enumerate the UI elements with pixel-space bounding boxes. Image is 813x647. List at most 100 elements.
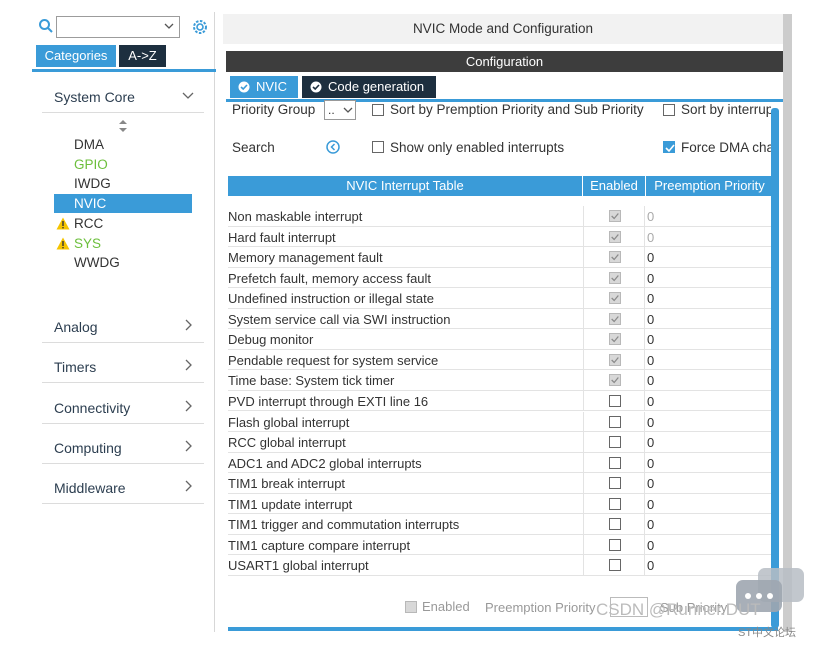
preemption-priority-value[interactable]: 0 (647, 538, 654, 553)
outer-scrollbar[interactable] (783, 14, 792, 632)
priority-group-value: .. (328, 103, 335, 117)
priority-group-select[interactable]: .. (324, 100, 356, 120)
check-icon (665, 144, 675, 153)
enabled-checkbox[interactable] (609, 312, 621, 325)
enabled-checkbox[interactable] (609, 518, 621, 531)
sidebar-item-rcc[interactable]: RCC (54, 214, 192, 233)
search-icon[interactable] (38, 18, 54, 34)
table-row[interactable]: Memory management fault 0 (228, 247, 773, 268)
enabled-checkbox[interactable] (609, 271, 621, 284)
col-header-enabled[interactable]: Enabled (583, 176, 646, 196)
table-scrollbar[interactable] (771, 108, 779, 628)
col-header-preemption[interactable]: Preemption Priority (646, 176, 773, 196)
enabled-checkbox[interactable] (609, 538, 621, 551)
enabled-checkbox[interactable] (609, 333, 621, 346)
sidebar-item-iwdg[interactable]: IWDG (54, 174, 192, 193)
search-input[interactable] (56, 16, 180, 38)
preemption-priority-value[interactable]: 0 (647, 415, 654, 430)
enabled-checkbox[interactable] (609, 353, 621, 366)
sidebar-item-dma[interactable]: DMA (54, 135, 192, 154)
enabled-checkbox[interactable] (609, 394, 621, 407)
preemption-priority-value[interactable]: 0 (647, 476, 654, 491)
table-row[interactable]: Time base: System tick timer 0 (228, 370, 773, 391)
enabled-checkbox[interactable] (609, 374, 621, 387)
enabled-checkbox[interactable] (609, 477, 621, 490)
interrupt-name: Debug monitor (228, 332, 314, 348)
category-timers[interactable]: Timers (42, 348, 204, 384)
sidebar-item-wwdg[interactable]: WWDG (54, 253, 192, 272)
interrupt-name: Pendable request for system service (228, 352, 439, 368)
preemption-priority-value[interactable]: 0 (647, 209, 654, 224)
enabled-checkbox[interactable] (609, 210, 621, 222)
preemption-priority-value[interactable]: 0 (647, 271, 654, 286)
table-row[interactable]: USART1 global interrupt 0 (228, 555, 773, 576)
table-row[interactable]: PVD interrupt through EXTI line 16 0 (228, 390, 773, 412)
preemption-priority-value[interactable]: 0 (647, 497, 654, 512)
sort-interrupt-checkbox[interactable] (663, 104, 675, 116)
table-row[interactable]: Prefetch fault, memory access fault 0 (228, 267, 773, 289)
category-analog[interactable]: Analog (42, 308, 204, 343)
table-row[interactable]: System service call via SWI instruction 0 (228, 308, 773, 330)
enabled-checkbox[interactable] (609, 436, 621, 449)
category-connectivity[interactable]: Connectivity (42, 389, 204, 424)
table-row[interactable]: Undefined instruction or illegal state 0 (228, 288, 773, 309)
interrupt-name: Prefetch fault, memory access fault (228, 270, 432, 286)
table-row[interactable]: TIM1 capture compare interrupt 0 (228, 534, 773, 556)
enabled-checkbox[interactable] (609, 456, 621, 469)
table-row[interactable]: Hard fault interrupt 0 (228, 226, 773, 248)
watermark: CSDN @Runner.DUT (596, 600, 761, 619)
table-row[interactable]: Non maskable interrupt 0 (228, 206, 773, 227)
tab-code-generation[interactable]: Code generation (302, 76, 436, 98)
table-row[interactable]: Debug monitor 0 (228, 329, 773, 350)
preemption-priority-value[interactable]: 0 (647, 332, 654, 347)
table-row[interactable]: TIM1 update interrupt 0 (228, 493, 773, 515)
preemption-priority-value[interactable]: 0 (647, 517, 654, 532)
preemption-priority-value[interactable]: 0 (647, 456, 654, 471)
sort-premption-checkbox[interactable] (372, 104, 384, 116)
preemption-priority-value[interactable]: 0 (647, 353, 654, 368)
preemption-priority-value[interactable]: 0 (647, 291, 654, 306)
interrupt-name: RCC global interrupt (228, 435, 346, 451)
show-enabled-checkbox[interactable] (372, 141, 384, 153)
preemption-priority-value[interactable]: 0 (647, 394, 654, 409)
tab-categories[interactable]: Categories (36, 45, 116, 67)
tab-nvic[interactable]: NVIC (230, 76, 298, 98)
preemption-priority-value[interactable]: 0 (647, 373, 654, 388)
table-row[interactable]: TIM1 break interrupt 0 (228, 473, 773, 494)
enabled-checkbox[interactable] (609, 251, 621, 264)
category-middleware[interactable]: Middleware (42, 469, 204, 505)
bottom-scrollbar[interactable] (228, 627, 778, 631)
search-clear-icon[interactable] (326, 140, 340, 154)
tab-a-to-z[interactable]: A->Z (119, 45, 166, 67)
chevron-down-icon (343, 107, 353, 113)
preemption-priority-value[interactable]: 0 (647, 230, 654, 245)
check-icon (611, 377, 619, 384)
sidebar-item-gpio[interactable]: GPIO (54, 155, 192, 174)
preemption-priority-value[interactable]: 0 (647, 312, 654, 327)
table-row[interactable]: ADC1 and ADC2 global interrupts 0 (228, 452, 773, 474)
preemption-priority-value[interactable]: 0 (647, 558, 654, 573)
category-computing[interactable]: Computing (42, 429, 204, 464)
table-row[interactable]: Flash global interrupt 0 (228, 411, 773, 432)
enabled-checkbox[interactable] (609, 292, 621, 305)
table-row[interactable]: TIM1 trigger and commutation interrupts 0 (228, 514, 773, 535)
col-header-name[interactable]: NVIC Interrupt Table (228, 176, 583, 196)
sort-icon[interactable] (118, 119, 128, 133)
category-system-core[interactable]: System Core (42, 78, 204, 113)
gear-icon[interactable] (191, 18, 209, 36)
enabled-checkbox[interactable] (609, 230, 621, 243)
bottom-enabled-checkbox[interactable] (405, 601, 417, 613)
preemption-priority-value[interactable]: 0 (647, 250, 654, 265)
table-row[interactable]: RCC global interrupt 0 (228, 432, 773, 453)
category-label: Computing (54, 439, 122, 456)
table-row[interactable]: Pendable request for system service 0 (228, 349, 773, 371)
enabled-checkbox[interactable] (609, 415, 621, 428)
sidebar-item-sys[interactable]: SYS (54, 234, 192, 253)
enabled-checkbox[interactable] (609, 497, 621, 510)
enabled-checkbox[interactable] (609, 559, 621, 572)
force-dma-checkbox[interactable] (663, 141, 675, 153)
chevron-down-icon[interactable] (163, 19, 175, 33)
sidebar-item-nvic[interactable]: NVIC (54, 194, 192, 214)
preemption-priority-value[interactable]: 0 (647, 435, 654, 450)
chevron-right-icon (185, 319, 192, 331)
